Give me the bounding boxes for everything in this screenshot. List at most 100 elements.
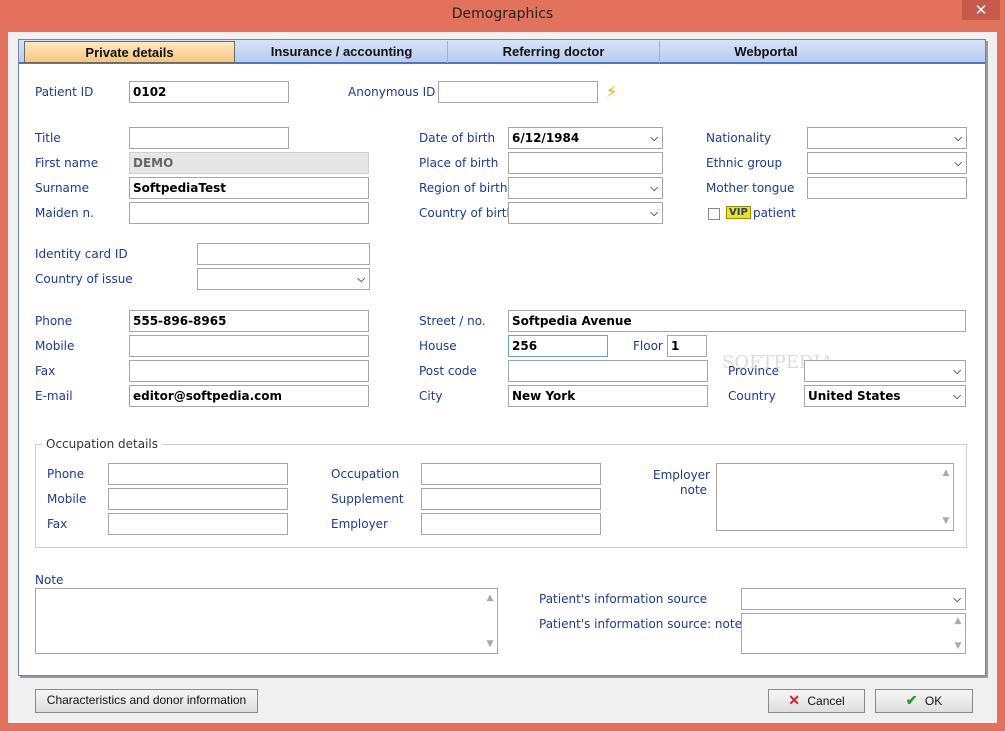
scroll-down-icon[interactable]: ▼	[485, 639, 495, 649]
country-of-birth-label: Country of birth	[419, 206, 515, 220]
scroll-up-icon[interactable]: ▲	[485, 593, 495, 603]
vip-badge: VIP	[726, 206, 751, 219]
city-field[interactable]: New York	[508, 385, 708, 407]
note-textarea[interactable]: ▲ ▼	[35, 588, 498, 654]
dob-value: 6/12/1984	[512, 131, 580, 145]
first-name-field[interactable]: DEMO	[129, 152, 369, 174]
post-code-field[interactable]	[508, 360, 708, 382]
info-source-label: Patient's information source	[539, 592, 708, 606]
mobile-field[interactable]	[129, 335, 369, 357]
province-select[interactable]: ⌵	[804, 360, 966, 382]
tab-insurance[interactable]: Insurance / accounting	[236, 41, 448, 63]
city-label: City	[419, 389, 443, 403]
occupation-phone-field[interactable]	[108, 463, 288, 485]
street-label: Street / no.	[419, 314, 486, 328]
mobile-label: Mobile	[35, 339, 75, 353]
employer-note-label: Employer	[653, 468, 710, 482]
chevron-down-icon: ⌵	[953, 366, 961, 377]
house-label: House	[419, 339, 457, 353]
chevron-down-icon: ⌵	[954, 158, 962, 169]
identity-card-field[interactable]	[197, 243, 370, 265]
cancel-x-icon: ✕	[788, 692, 801, 708]
chevron-down-icon: ⌵	[953, 391, 961, 402]
title-field[interactable]	[129, 127, 289, 149]
occupation-mobile-field[interactable]	[108, 488, 288, 510]
chevron-down-icon: ⌵	[953, 594, 961, 605]
occupation-label: Occupation	[331, 467, 400, 481]
floor-field[interactable]: 1	[667, 335, 707, 357]
supplement-field[interactable]	[421, 488, 601, 510]
close-button[interactable]: ✕	[962, 0, 1000, 20]
anonymous-id-field[interactable]	[438, 81, 598, 103]
region-of-birth-select[interactable]: ⌵	[508, 177, 663, 199]
house-field[interactable]: 256	[508, 335, 608, 357]
ethnic-group-label: Ethnic group	[706, 156, 783, 170]
vip-checkbox[interactable]	[708, 208, 720, 220]
info-source-note-label: Patient's information source: note	[539, 617, 742, 631]
surname-label: Surname	[35, 181, 89, 195]
country-of-issue-select[interactable]: ⌵	[197, 268, 370, 290]
ethnic-group-select[interactable]: ⌵	[807, 152, 967, 174]
title-label: Title	[35, 131, 61, 145]
anonymous-id-label: Anonymous ID	[348, 85, 436, 99]
note-label: Note	[35, 573, 64, 587]
chevron-down-icon: ⌵	[650, 183, 658, 194]
lightning-icon[interactable]: ⚡	[606, 82, 617, 101]
chevron-down-icon: ⌵	[954, 133, 962, 144]
country-of-issue-label: Country of issue	[35, 272, 133, 286]
scroll-up-icon[interactable]: ▲	[941, 468, 951, 478]
scroll-up-icon[interactable]: ▲	[953, 616, 963, 626]
country-label: Country	[728, 389, 776, 403]
info-source-select[interactable]: ⌵	[741, 588, 966, 610]
occupation-phone-label: Phone	[47, 467, 85, 481]
phone-field[interactable]: 555-896-8965	[129, 310, 369, 332]
mother-tongue-field[interactable]	[807, 177, 967, 199]
occupation-group-title: Occupation details	[42, 437, 162, 451]
occupation-field[interactable]	[421, 463, 601, 485]
chevron-down-icon: ⌵	[357, 274, 365, 285]
fax-label: Fax	[35, 364, 56, 378]
dob-select[interactable]: 6/12/1984 ⌵	[508, 127, 663, 149]
cancel-button-label: Cancel	[807, 694, 845, 708]
employer-note-textarea[interactable]: ▲ ▼	[716, 463, 954, 531]
ok-button-label: OK	[924, 694, 943, 708]
province-label: Province	[728, 364, 780, 378]
employer-field[interactable]	[421, 513, 601, 535]
scroll-down-icon[interactable]: ▼	[941, 516, 951, 526]
patient-id-label: Patient ID	[35, 85, 94, 99]
street-field[interactable]: Softpedia Avenue	[508, 310, 966, 332]
employer-note-label-2: note	[680, 483, 708, 497]
info-source-note-textarea[interactable]: ▲ ▼	[741, 613, 966, 654]
chevron-down-icon: ⌵	[650, 208, 658, 219]
ok-button[interactable]: ✔ OK	[875, 689, 973, 713]
fax-field[interactable]	[129, 360, 369, 382]
floor-label: Floor	[633, 339, 663, 353]
mother-tongue-label: Mother tongue	[706, 181, 795, 195]
tab-webportal[interactable]: Webportal	[660, 41, 872, 63]
country-value: United States	[808, 389, 901, 403]
patient-id-field[interactable]: 0102	[129, 81, 289, 103]
tab-referring-doctor[interactable]: Referring doctor	[448, 41, 660, 63]
region-of-birth-label: Region of birth	[419, 181, 508, 195]
cancel-button[interactable]: ✕ Cancel	[768, 689, 865, 713]
tab-private-details[interactable]: Private details	[24, 41, 235, 63]
vip-patient-label: patient	[753, 206, 796, 220]
country-select[interactable]: United States ⌵	[804, 385, 966, 407]
identity-card-label: Identity card ID	[35, 247, 128, 261]
ok-check-icon: ✔	[905, 692, 918, 708]
characteristics-button[interactable]: Characteristics and donor information	[35, 689, 258, 713]
nationality-select[interactable]: ⌵	[807, 127, 967, 149]
occupation-fax-field[interactable]	[108, 513, 288, 535]
place-of-birth-field[interactable]	[508, 152, 663, 174]
nationality-label: Nationality	[706, 131, 772, 145]
phone-label: Phone	[35, 314, 73, 328]
country-of-birth-select[interactable]: ⌵	[508, 202, 663, 224]
chevron-down-icon: ⌵	[650, 133, 658, 144]
surname-field[interactable]: SoftpediaTest	[129, 177, 369, 199]
occupation-mobile-label: Mobile	[47, 492, 87, 506]
post-code-label: Post code	[419, 364, 477, 378]
scroll-down-icon[interactable]: ▼	[953, 641, 963, 651]
maiden-name-field[interactable]	[129, 202, 369, 224]
maiden-name-label: Maiden n.	[35, 206, 94, 220]
email-field[interactable]: editor@softpedia.com	[129, 385, 369, 407]
